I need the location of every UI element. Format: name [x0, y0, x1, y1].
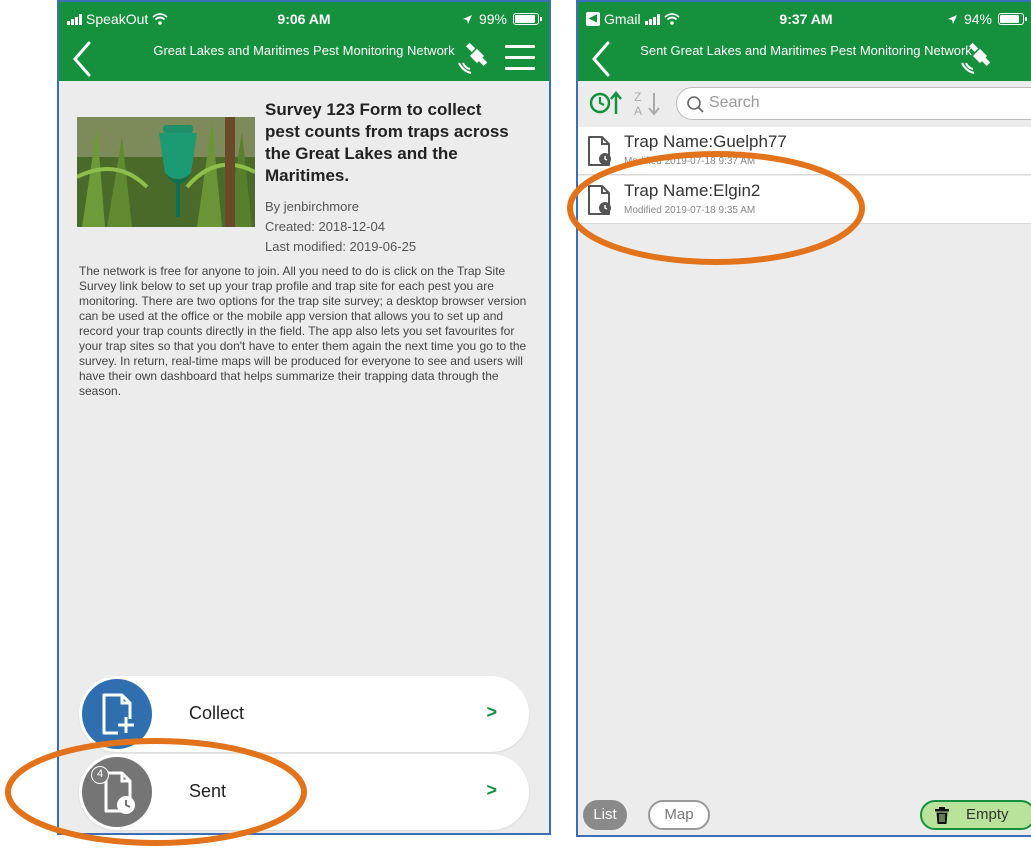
- satellite-icon[interactable]: [453, 41, 489, 77]
- sent-survey-icon: [588, 185, 611, 215]
- sent-surveys-screen: ◀ Gmail 9:37 AM 94% Sent Great Lakes and…: [576, 0, 1031, 837]
- battery-percent: 94%: [963, 11, 992, 27]
- trap-name: Trap Name:Guelph77: [624, 132, 787, 151]
- map-view-tab[interactable]: Map: [648, 800, 710, 830]
- header: Great Lakes and Maritimes Pest Monitorin…: [59, 37, 549, 81]
- list-item[interactable]: Trap Name:Guelph77 Modified 2019-07-18 9…: [578, 127, 1031, 175]
- battery-icon: [513, 13, 542, 25]
- status-bar: SpeakOut 9:06 AM 99%: [59, 2, 549, 37]
- chevron-right-icon: >: [486, 702, 497, 722]
- survey-overview-screen: SpeakOut 9:06 AM 99% Great Lakes and Mar…: [57, 0, 551, 835]
- sent-form-icon: [104, 771, 135, 814]
- search-input[interactable]: [709, 94, 1009, 112]
- satellite-icon[interactable]: [956, 41, 992, 77]
- location-arrow-icon: [947, 14, 957, 24]
- survey-title: Survey 123 Form to collect pest counts f…: [265, 100, 509, 185]
- sent-count-badge: 4: [91, 766, 109, 784]
- search-field[interactable]: [676, 87, 1031, 120]
- sent-button[interactable]: 4 Sent >: [79, 754, 529, 830]
- collect-label: Collect: [189, 703, 245, 723]
- sort-by-time-icon[interactable]: [588, 88, 624, 118]
- list-item[interactable]: Trap Name:Elgin2 Modified 2019-07-18 9:3…: [578, 176, 1031, 224]
- empty-trash-button[interactable]: Empty: [920, 800, 1031, 830]
- survey-modified: Last modified: 2019-06-25: [265, 239, 417, 254]
- battery-icon: [998, 13, 1027, 25]
- svg-text:Z: Z: [634, 90, 641, 104]
- sent-label: Sent: [189, 781, 227, 801]
- sort-alphabetical-icon[interactable]: Z A: [632, 88, 666, 118]
- modified-date: Modified 2019-07-18 9:35 AM: [624, 205, 756, 216]
- search-icon: [687, 96, 704, 113]
- survey-author: By jenbirchmore: [265, 199, 359, 214]
- page-title: Sent Great Lakes and Maritimes Pest Moni…: [640, 43, 972, 58]
- list-view-tab[interactable]: List: [583, 800, 627, 830]
- trash-icon: [935, 807, 949, 824]
- status-bar: ◀ Gmail 9:37 AM 94%: [578, 2, 1031, 37]
- collect-circle: [82, 679, 152, 749]
- page-title: Great Lakes and Maritimes Pest Monitorin…: [153, 43, 455, 58]
- sent-circle: 4: [82, 757, 152, 827]
- hamburger-menu-icon[interactable]: [505, 45, 535, 73]
- trap-name: Trap Name:Elgin2: [624, 181, 761, 200]
- location-arrow-icon: [462, 14, 472, 24]
- back-arrow-icon[interactable]: [69, 39, 95, 79]
- back-arrow-icon[interactable]: [588, 39, 614, 79]
- header: Sent Great Lakes and Maritimes Pest Moni…: [578, 37, 1031, 81]
- chevron-right-icon: >: [486, 780, 497, 800]
- collect-button[interactable]: Collect >: [79, 676, 529, 752]
- empty-label: Empty: [966, 806, 1009, 823]
- survey-description: The network is free for anyone to join. …: [79, 264, 527, 398]
- survey-thumbnail: [77, 117, 255, 227]
- new-form-icon: [102, 693, 134, 735]
- svg-text:A: A: [634, 104, 642, 118]
- survey-created: Created: 2018-12-04: [265, 219, 385, 234]
- sent-survey-icon: [588, 136, 611, 166]
- battery-percent: 99%: [478, 11, 507, 27]
- list-toolbar: Z A: [578, 82, 1031, 124]
- modified-date: Modified 2019-07-18 9:37 AM: [624, 156, 756, 167]
